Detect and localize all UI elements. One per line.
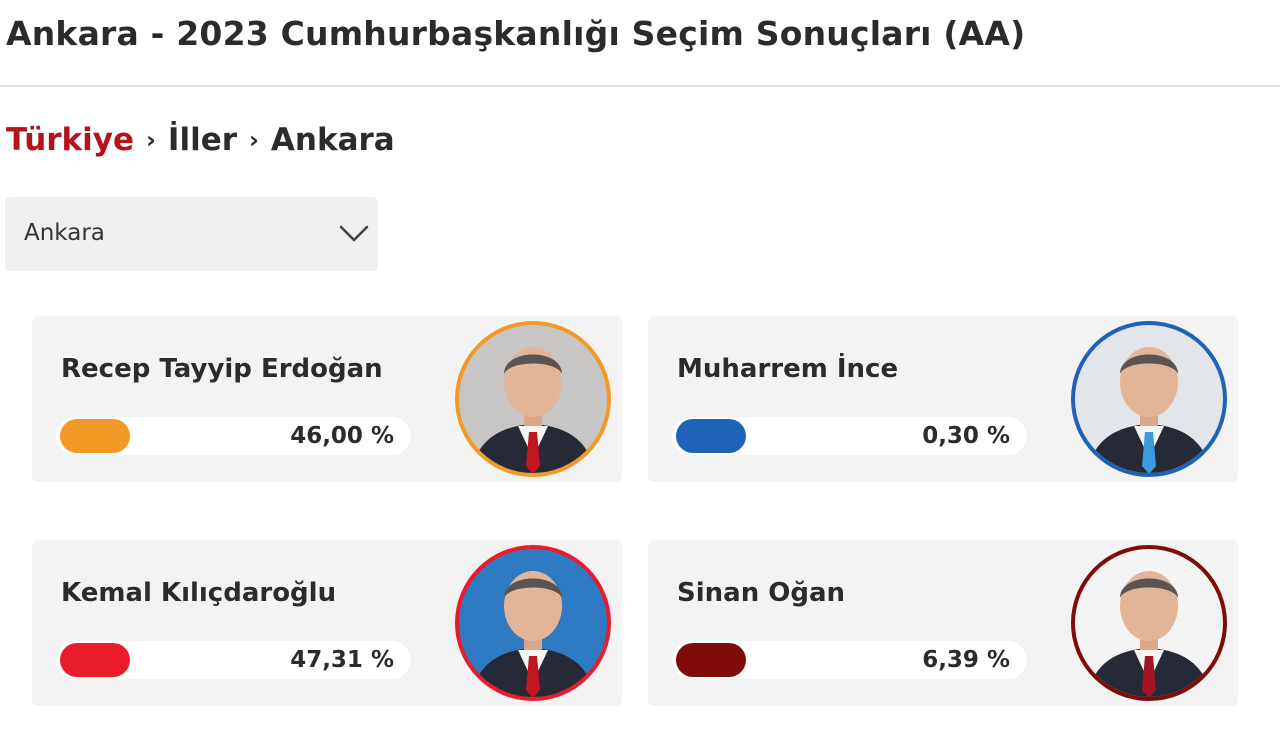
candidate-avatar bbox=[1068, 542, 1230, 704]
candidate-card: Sinan Oğan 6,39 % bbox=[648, 540, 1238, 706]
breadcrumb-separator: › bbox=[146, 126, 156, 154]
page-title: Ankara - 2023 Cumhurbaşkanlığı Seçim Son… bbox=[6, 14, 1026, 53]
candidate-avatar bbox=[1068, 318, 1230, 480]
vote-bar: 6,39 % bbox=[672, 641, 1027, 679]
vote-bar-fill bbox=[676, 419, 746, 453]
vote-bar: 47,31 % bbox=[56, 641, 411, 679]
candidate-photo bbox=[455, 545, 611, 701]
vote-bar-fill bbox=[676, 643, 746, 677]
breadcrumb-item-iller[interactable]: İller bbox=[168, 122, 237, 158]
province-select[interactable]: Ankara bbox=[5, 197, 378, 271]
breadcrumb-item-current: Ankara bbox=[270, 122, 395, 158]
candidate-card: Muharrem İnce 0,30 % bbox=[648, 316, 1238, 482]
candidate-card: Recep Tayyip Erdoğan 46,00 % bbox=[32, 316, 622, 482]
vote-percent: 6,39 % bbox=[922, 647, 1010, 673]
vote-percent: 47,31 % bbox=[290, 647, 394, 673]
candidate-name: Muharrem İnce bbox=[677, 354, 899, 384]
candidate-photo bbox=[455, 321, 611, 477]
vote-percent: 0,30 % bbox=[922, 423, 1010, 449]
candidate-name: Kemal Kılıçdaroğlu bbox=[61, 578, 337, 608]
province-select-value: Ankara bbox=[24, 220, 105, 246]
breadcrumb: Türkiye › İller › Ankara bbox=[6, 122, 395, 158]
candidate-name: Sinan Oğan bbox=[677, 578, 846, 608]
title-divider bbox=[0, 85, 1280, 87]
breadcrumb-item-turkiye[interactable]: Türkiye bbox=[6, 122, 134, 158]
chevron-down-icon[interactable] bbox=[338, 219, 370, 247]
candidate-photo bbox=[1071, 321, 1227, 477]
breadcrumb-separator: › bbox=[249, 126, 259, 154]
candidate-card: Kemal Kılıçdaroğlu 47,31 % bbox=[32, 540, 622, 706]
candidate-avatar bbox=[452, 542, 614, 704]
vote-percent: 46,00 % bbox=[290, 423, 394, 449]
vote-bar-fill bbox=[60, 419, 130, 453]
candidate-avatar bbox=[452, 318, 614, 480]
candidate-photo bbox=[1071, 545, 1227, 701]
candidate-name: Recep Tayyip Erdoğan bbox=[61, 354, 383, 384]
vote-bar: 0,30 % bbox=[672, 417, 1027, 455]
vote-bar-fill bbox=[60, 643, 130, 677]
vote-bar: 46,00 % bbox=[56, 417, 411, 455]
